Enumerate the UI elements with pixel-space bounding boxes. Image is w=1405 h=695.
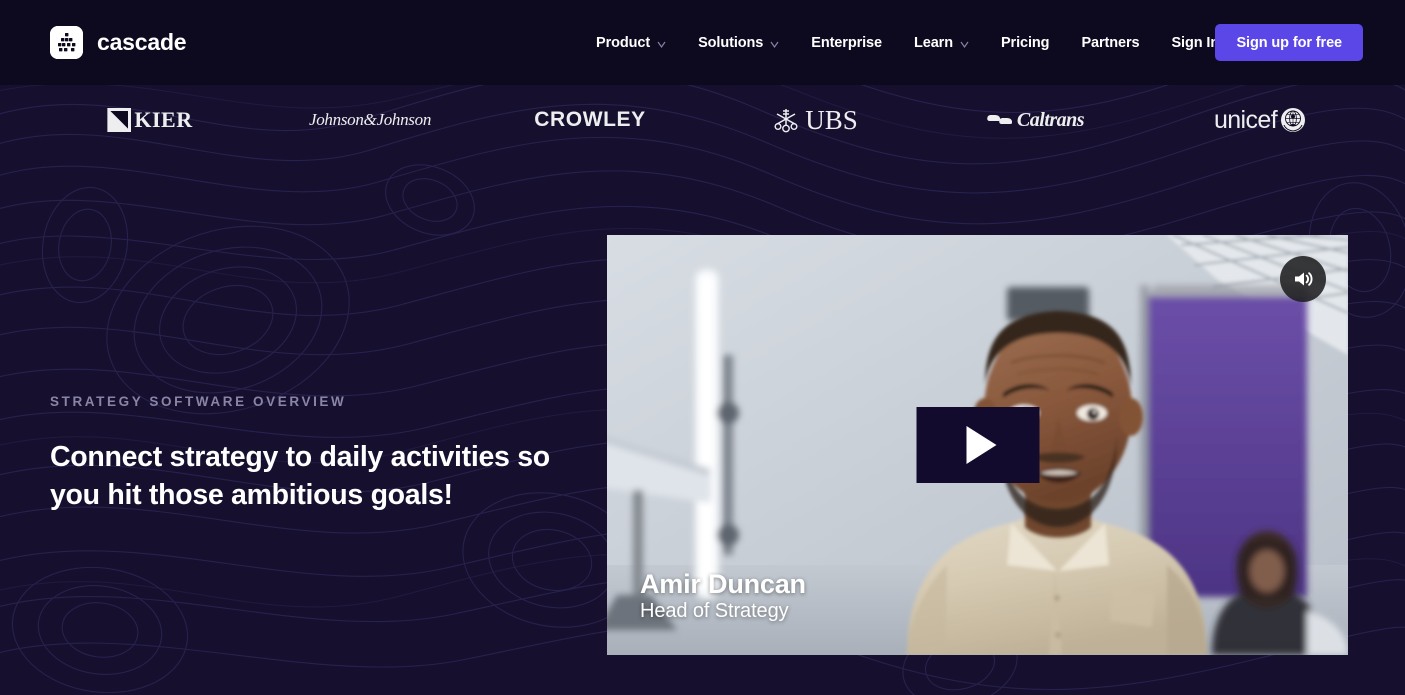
- nav-item-partners[interactable]: Partners: [1065, 35, 1155, 51]
- chevron-down-icon: [770, 40, 779, 49]
- nav-label: Learn: [913, 35, 953, 51]
- hero-eyebrow: STRATEGY SOFTWARE OVERVIEW: [50, 394, 347, 409]
- client-logo-kier: KIER: [75, 95, 225, 145]
- client-logo-ubs: UBS: [740, 95, 890, 145]
- nav-item-solutions[interactable]: Solutions: [682, 35, 795, 51]
- speaker-role: Head of Strategy: [640, 600, 789, 622]
- ubs-keys-icon: [772, 106, 800, 134]
- chevron-down-icon: [657, 40, 666, 49]
- nav-label: Product: [596, 35, 651, 51]
- kier-mark-icon: [107, 108, 132, 132]
- video-speaker-caption: Amir Duncan Head of Strategy: [640, 569, 806, 623]
- speaker-volume-icon: [1291, 267, 1315, 291]
- sign-up-free-button[interactable]: Sign up for free: [1215, 24, 1363, 61]
- play-triangle-icon: [966, 426, 996, 464]
- speaker-name: Amir Duncan: [640, 568, 806, 599]
- nav-item-pricing[interactable]: Pricing: [985, 35, 1065, 51]
- caltrans-mark-icon: [986, 112, 1013, 128]
- nav-item-learn[interactable]: Learn: [898, 35, 985, 51]
- client-logo-crowley: CROWLEY: [534, 108, 646, 131]
- brand-logo[interactable]: cascade: [50, 26, 187, 59]
- chevron-down-icon: [960, 40, 969, 49]
- main-navigation: Product Solutions Enterprise Learn Prici…: [580, 30, 1235, 56]
- hero-headline: Connect strategy to daily activities so …: [50, 441, 550, 511]
- nav-label: Partners: [1081, 35, 1140, 51]
- unicef-emblem-icon: [1280, 107, 1306, 133]
- nav-label: Sign In: [1171, 35, 1220, 51]
- client-logo-strip: KIER Johnson&Johnson CROWLEY UBS Caltran…: [0, 95, 1405, 145]
- site-header: cascade Product Solutions Enterprise Lea…: [0, 0, 1405, 85]
- nav-label: Solutions: [698, 35, 764, 51]
- video-player[interactable]: Amir Duncan Head of Strategy: [607, 235, 1348, 655]
- hero-copy: STRATEGY SOFTWARE OVERVIEW Connect strat…: [50, 394, 550, 515]
- nav-item-enterprise[interactable]: Enterprise: [795, 35, 898, 51]
- mute-toggle-button[interactable]: [1280, 256, 1326, 302]
- client-logo-johnson-and-johnson: Johnson&Johnson: [308, 110, 432, 129]
- nav-label: Enterprise: [811, 35, 882, 51]
- play-video-button[interactable]: [916, 407, 1039, 483]
- client-logo-caltrans: Caltrans: [955, 95, 1115, 145]
- brand-name: cascade: [97, 29, 187, 55]
- nav-item-product[interactable]: Product: [580, 35, 682, 51]
- cascade-dots-icon: [50, 26, 83, 59]
- nav-label: Pricing: [1000, 35, 1050, 51]
- client-logo-unicef: unicef: [1180, 95, 1340, 145]
